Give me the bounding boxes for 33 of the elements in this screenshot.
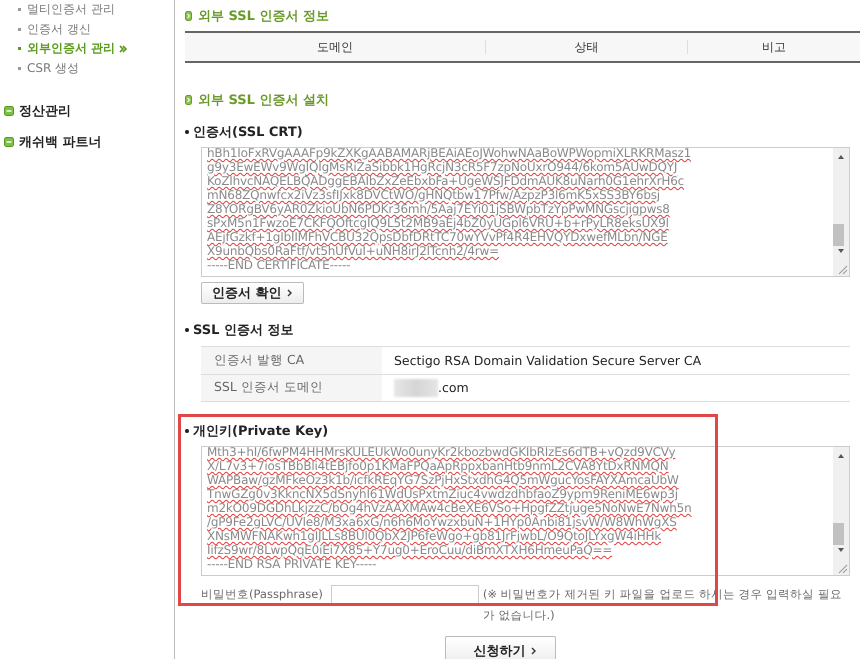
double-chevron-icon (119, 44, 128, 53)
sidebar-link[interactable]: CSR 생성 (27, 60, 80, 77)
passphrase-field[interactable] (330, 585, 479, 604)
sidebar-link[interactable]: 외부인증서 관리 (27, 40, 116, 58)
chevron-icon (530, 646, 536, 654)
chevron-icon (286, 289, 293, 297)
section-title: 외부 SSL 인증서 설치 (198, 92, 330, 109)
section-title: 외부 SSL 인증서 정보 (198, 8, 330, 25)
field-label: 개인키(Private Key) (193, 423, 328, 440)
scrollbar[interactable] (833, 447, 849, 575)
info-value: Sectigo RSA Domain Validation Secure Server CA (394, 352, 702, 368)
info-label: 인증서 발행 CA (201, 347, 382, 374)
field-label: 인증서(SSL CRT) (193, 124, 303, 141)
passphrase-label: 비밀번호(Passphrase) (201, 586, 323, 603)
resize-grip-icon[interactable] (836, 562, 848, 574)
verify-certificate-button[interactable]: 인증서 확인 (201, 282, 304, 304)
sidebar-link[interactable]: 멀티인증서 관리 (27, 1, 115, 18)
section-marker-icon (185, 95, 192, 105)
submit-button[interactable]: 신청하기 (444, 636, 556, 659)
collapse-icon[interactable] (4, 106, 14, 116)
collapse-icon[interactable] (4, 136, 14, 146)
resize-grip-icon[interactable] (836, 263, 848, 275)
column-header: 도메인 (316, 40, 354, 54)
info-value: .com (438, 380, 469, 396)
scrollbar[interactable] (833, 148, 849, 276)
sidebar-menu[interactable]: 캐쉬백 파트너 (19, 132, 102, 150)
field-label: SSL 인증서 정보 (193, 322, 294, 339)
info-label: SSL 인증서 도메인 (201, 374, 382, 401)
column-header: 상태 (485, 40, 687, 54)
section-marker-icon (185, 11, 192, 21)
sidebar-link[interactable]: 인증서 갱신 (27, 20, 91, 38)
column-header: 비고 (687, 40, 860, 54)
sidebar-menu[interactable]: 정산관리 (19, 102, 71, 120)
